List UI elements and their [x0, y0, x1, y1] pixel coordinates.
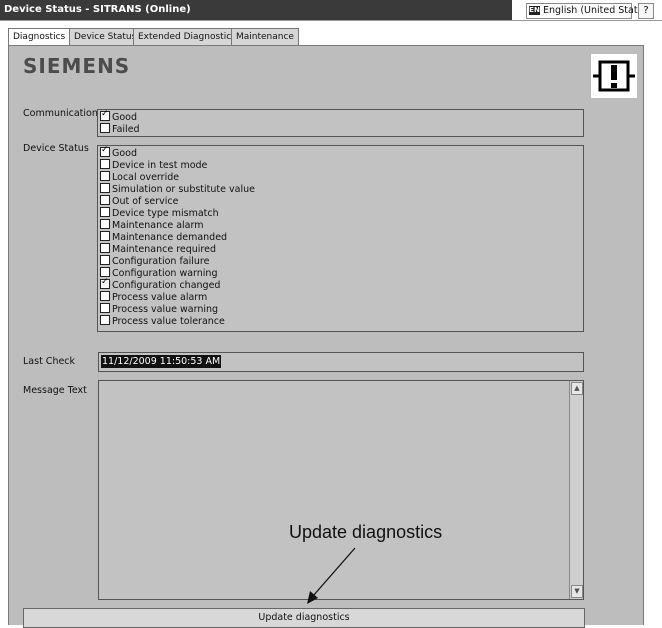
checkbox-maintenance-alarm[interactable]: Maintenance alarm [100, 219, 203, 231]
checkbox-label: Device in test mode [112, 160, 208, 171]
window-title: Device Status - SITRANS (Online) [4, 4, 191, 15]
diagnostics-panel: SIEMENS Communication Good Failed Device… [8, 45, 644, 628]
device-status-label: Device Status [23, 143, 89, 154]
checkbox-box[interactable] [100, 291, 110, 301]
help-button[interactable]: ? [638, 3, 654, 19]
siemens-logo: SIEMENS [23, 54, 131, 78]
last-check-label: Last Check [23, 356, 76, 367]
callout-arrow-icon [307, 547, 356, 604]
checkbox-label: Process value alarm [112, 292, 208, 303]
checkbox-box[interactable] [100, 303, 110, 313]
checkbox-status-good[interactable]: Good [100, 145, 138, 159]
tab-device-status[interactable]: Device Status [69, 28, 142, 45]
last-check-value: 11/12/2009 11:50:53 AM [101, 355, 222, 368]
checkbox-box[interactable] [100, 183, 110, 193]
callout-text: Update diagnostics [289, 522, 443, 542]
checkbox-box[interactable] [100, 145, 110, 157]
checkbox-box[interactable] [100, 195, 110, 205]
checkbox-label: Configuration warning [112, 268, 218, 279]
checkbox-box[interactable] [100, 123, 110, 133]
checkbox-box[interactable] [100, 207, 110, 217]
checkbox-box[interactable] [100, 159, 110, 169]
message-scrollbar[interactable]: ▲ ▼ [569, 381, 583, 599]
checkbox-box[interactable] [100, 267, 110, 277]
checkbox-communication-good[interactable]: Good [100, 109, 138, 123]
title-bar: Device Status - SITRANS (Online) EN Engl… [0, 0, 662, 21]
checkbox-communication-failed[interactable]: Failed [100, 123, 140, 135]
language-flag-icon: EN [529, 6, 540, 15]
communication-group: Good Failed [97, 109, 584, 137]
language-selector[interactable]: EN English (United States) [526, 3, 652, 19]
language-label: English (United States) [543, 5, 653, 16]
checkbox-simulation[interactable]: Simulation or substitute value [100, 183, 255, 195]
checkbox-box[interactable] [100, 231, 110, 241]
checkbox-box[interactable] [100, 171, 110, 181]
checkbox-configuration-warning[interactable]: Configuration warning [100, 267, 218, 279]
scroll-down-icon[interactable]: ▼ [571, 585, 583, 598]
checkbox-process-value-alarm[interactable]: Process value alarm [100, 291, 207, 303]
checkbox-box[interactable] [100, 315, 110, 325]
communication-label: Communication [23, 108, 98, 119]
checkbox-label: Maintenance required [112, 244, 217, 255]
last-check-field[interactable]: 11/12/2009 11:50:53 AM [98, 352, 584, 372]
checkbox-label: Process value warning [112, 304, 219, 315]
checkbox-local-override[interactable]: Local override [100, 171, 179, 183]
checkbox-label: Configuration failure [112, 256, 210, 267]
checkbox-process-value-tolerance[interactable]: Process value tolerance [100, 315, 225, 327]
scroll-up-icon[interactable]: ▲ [571, 382, 583, 395]
checkbox-label: Failed [112, 124, 140, 135]
checkbox-device-type-mismatch[interactable]: Device type mismatch [100, 207, 219, 219]
checkbox-configuration-changed[interactable]: Configuration changed [100, 277, 221, 291]
checkbox-label: Maintenance demanded [112, 232, 228, 243]
checkbox-box[interactable] [100, 255, 110, 265]
update-diagnostics-button[interactable]: Update diagnostics [23, 608, 585, 628]
checkbox-box[interactable] [100, 243, 110, 253]
checkbox-label: Simulation or substitute value [112, 184, 255, 195]
checkbox-box[interactable] [100, 109, 110, 121]
checkbox-label: Configuration changed [112, 280, 221, 291]
checkbox-label: Process value tolerance [112, 316, 225, 327]
tab-maintenance[interactable]: Maintenance [231, 28, 299, 45]
maintenance-alarm-icon [591, 54, 637, 98]
device-status-group: Good Device in test mode Local override … [97, 145, 584, 332]
checkbox-label: Out of service [112, 196, 179, 207]
checkbox-maintenance-required[interactable]: Maintenance required [100, 243, 216, 255]
tab-extended-diagnostics[interactable]: Extended Diagnostics [133, 28, 241, 45]
message-text-label: Message Text [23, 385, 87, 396]
checkbox-label: Maintenance alarm [112, 220, 204, 231]
checkbox-maintenance-demanded[interactable]: Maintenance demanded [100, 231, 227, 243]
checkbox-box[interactable] [100, 277, 110, 289]
tab-diagnostics[interactable]: Diagnostics [8, 28, 71, 46]
checkbox-device-in-test-mode[interactable]: Device in test mode [100, 159, 207, 171]
checkbox-process-value-warning[interactable]: Process value warning [100, 303, 218, 315]
checkbox-configuration-failure[interactable]: Configuration failure [100, 255, 209, 267]
checkbox-out-of-service[interactable]: Out of service [100, 195, 178, 207]
checkbox-box[interactable] [100, 219, 110, 229]
checkbox-label: Local override [112, 172, 180, 183]
checkbox-label: Good [112, 112, 138, 123]
checkbox-label: Good [112, 148, 138, 159]
checkbox-label: Device type mismatch [112, 208, 219, 219]
